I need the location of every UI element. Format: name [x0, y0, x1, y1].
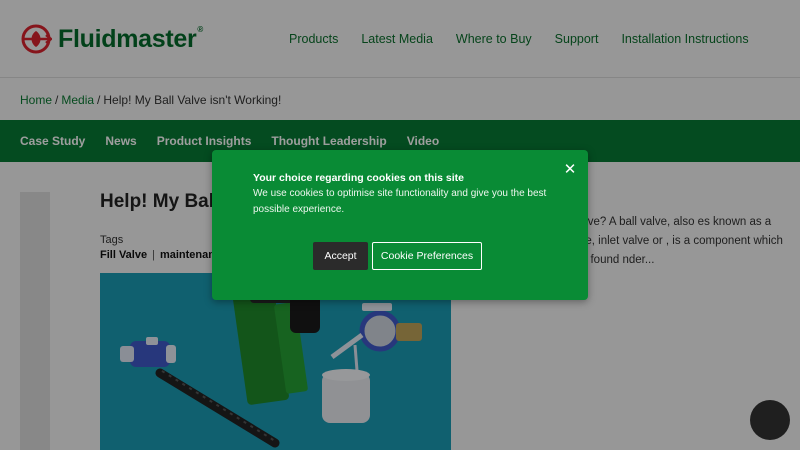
cookie-consent-dialog: Your choice regarding cookies on this si…	[212, 150, 588, 300]
cookie-body: We use cookies to optimise site function…	[253, 188, 547, 215]
accept-cookies-button[interactable]: Accept	[313, 242, 368, 270]
cookie-title: Your choice regarding cookies on this si…	[253, 172, 465, 184]
close-icon[interactable]: ✕	[562, 162, 578, 178]
cookie-preferences-button[interactable]: Cookie Preferences	[372, 242, 482, 270]
